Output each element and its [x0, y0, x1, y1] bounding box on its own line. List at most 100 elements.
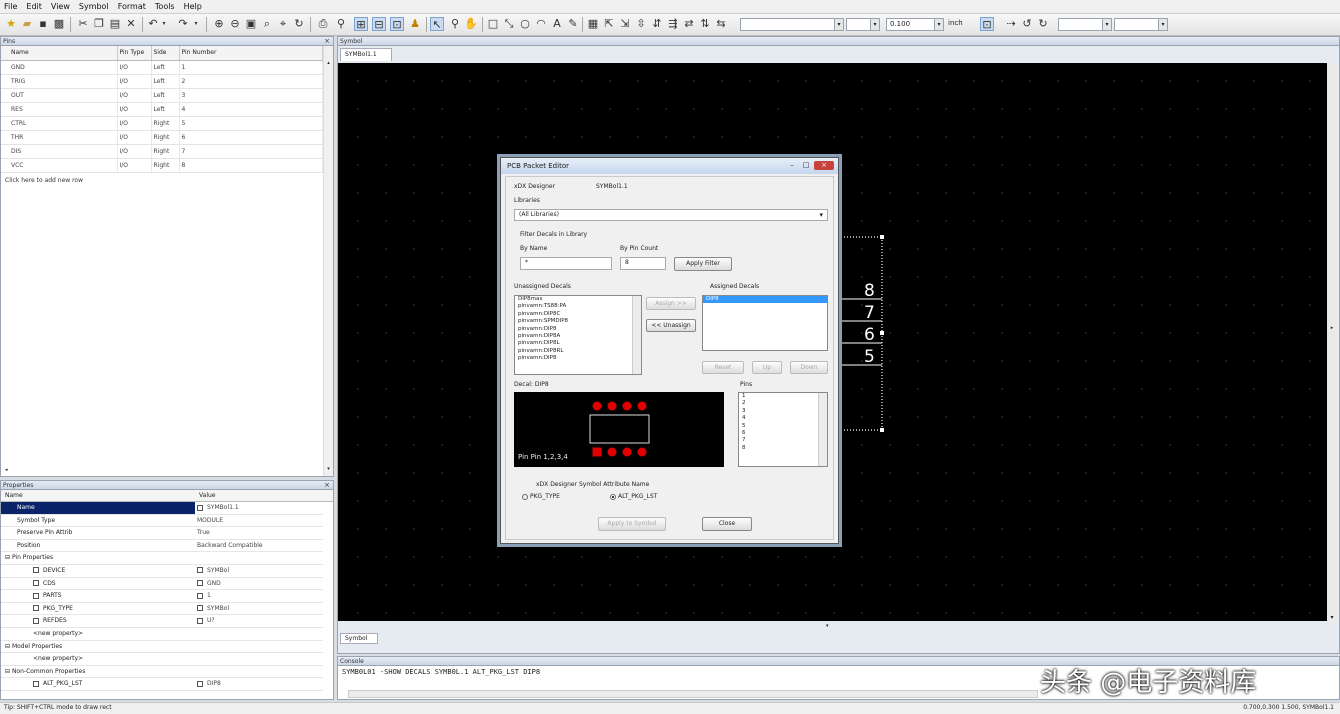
- assigned-item[interactable]: DIP8: [703, 296, 827, 304]
- property-row[interactable]: DEVICE SYMBol: [1, 565, 323, 578]
- pin-number-cell[interactable]: 1: [179, 60, 323, 75]
- table-row[interactable]: THR I/O Right 6: [1, 130, 323, 145]
- pin-item[interactable]: 4: [742, 415, 827, 422]
- align3-icon[interactable]: ⇳: [634, 17, 648, 31]
- pin-name-cell[interactable]: GND: [1, 60, 118, 75]
- property-row[interactable]: ALT_PKG_LST DIP8: [1, 678, 323, 691]
- new-icon[interactable]: ★: [4, 17, 18, 31]
- refresh-icon[interactable]: ↻: [292, 17, 306, 31]
- pin-mode3-icon[interactable]: ⊡: [390, 17, 404, 31]
- property-value[interactable]: MODULE: [197, 515, 223, 527]
- table-row[interactable]: VCC I/O Right 8: [1, 158, 323, 173]
- align4-icon[interactable]: ⇵: [650, 17, 664, 31]
- table-row[interactable]: CTRL I/O Right 5: [1, 116, 323, 131]
- property-row[interactable]: PKG_TYPE SYMBol: [1, 603, 323, 616]
- down-button[interactable]: Down: [790, 361, 828, 374]
- canvas-hscroll-thumb[interactable]: ▾: [826, 623, 834, 629]
- pin-mode2-icon[interactable]: ⊟: [372, 17, 386, 31]
- redo-icon[interactable]: ↷: [176, 17, 190, 31]
- align2-icon[interactable]: ⇲: [618, 17, 632, 31]
- table-row[interactable]: DIS I/O Right 7: [1, 144, 323, 159]
- unassigned-item[interactable]: pinvamn:DIP8RL: [518, 348, 641, 355]
- pin-name-cell[interactable]: THR: [1, 130, 118, 145]
- scroll-left-icon[interactable]: ◂: [5, 467, 8, 473]
- pin-side-cell[interactable]: Right: [151, 116, 180, 131]
- assigned-list[interactable]: DIP8: [702, 295, 828, 351]
- col-value[interactable]: Value: [199, 490, 215, 502]
- up-button[interactable]: Up: [752, 361, 782, 374]
- col-name[interactable]: Name: [5, 490, 23, 502]
- pin-type-cell[interactable]: I/O: [117, 60, 152, 75]
- pin-item[interactable]: 3: [742, 408, 827, 415]
- pin-item[interactable]: 1: [742, 393, 827, 400]
- property-value[interactable]: SYMBol1.1: [197, 502, 239, 514]
- pins-scrollbar[interactable]: [818, 393, 827, 466]
- component-icon[interactable]: ♟: [408, 17, 422, 31]
- property-row[interactable]: <new property>: [1, 628, 323, 641]
- cut-icon[interactable]: ✂: [76, 17, 90, 31]
- rotate-icon[interactable]: ↺: [1020, 17, 1034, 31]
- copy-icon[interactable]: ❐: [92, 17, 106, 31]
- find-icon[interactable]: ⚲: [334, 17, 348, 31]
- pin-side-cell[interactable]: Right: [151, 130, 180, 145]
- pin-number-cell[interactable]: 4: [179, 102, 323, 117]
- unassigned-item[interactable]: pinvamn:DIP8A: [518, 333, 641, 340]
- scroll-down-icon[interactable]: ▾: [324, 466, 333, 472]
- unassigned-item[interactable]: pinvamn:DIP8: [518, 355, 641, 362]
- col-name[interactable]: Name: [1, 46, 118, 61]
- table-row[interactable]: GND I/O Left 1: [1, 60, 323, 75]
- pin-side-cell[interactable]: Left: [151, 88, 180, 103]
- menu-symbol[interactable]: Symbol: [79, 2, 109, 11]
- snap-icon[interactable]: ⊡: [980, 17, 994, 31]
- assign-button[interactable]: Assign >>: [646, 297, 696, 310]
- property-row[interactable]: PARTS 1: [1, 590, 323, 603]
- canvas-vscroll[interactable]: ▸ ▾: [1327, 63, 1337, 623]
- size-combo[interactable]: ▾: [846, 18, 880, 31]
- undo-icon[interactable]: ↶: [146, 17, 160, 31]
- menu-view[interactable]: View: [51, 2, 70, 11]
- add-row-hint[interactable]: Click here to add new row: [1, 173, 323, 188]
- property-row[interactable]: ⊟ Pin Properties: [1, 552, 323, 565]
- table-row[interactable]: OUT I/O Left 3: [1, 88, 323, 103]
- table-row[interactable]: TRIG I/O Left 2: [1, 74, 323, 89]
- mirror-icon[interactable]: ⇢: [1004, 17, 1018, 31]
- property-value[interactable]: SYMBol: [197, 565, 229, 577]
- pin-name-cell[interactable]: RES: [1, 102, 118, 117]
- align7-icon[interactable]: ⇅: [698, 17, 712, 31]
- pin-name-cell[interactable]: OUT: [1, 88, 118, 103]
- pan-icon[interactable]: ✋: [464, 17, 478, 31]
- library-select[interactable]: (All Libraries) ▾: [514, 209, 828, 221]
- paste-icon[interactable]: ▤: [108, 17, 122, 31]
- pin-type-cell[interactable]: I/O: [117, 102, 152, 117]
- close-icon[interactable]: ×: [324, 481, 330, 490]
- property-value[interactable]: SYMBol: [197, 603, 229, 615]
- property-row[interactable]: Symbol Type MODULE: [1, 515, 323, 528]
- grid-size-combo[interactable]: 0.100 ▾: [886, 18, 944, 31]
- pin-name-cell[interactable]: CTRL: [1, 116, 118, 131]
- unassigned-item[interactable]: DIP8max: [518, 296, 641, 303]
- align5-icon[interactable]: ⇶: [666, 17, 680, 31]
- pin-type-cell[interactable]: I/O: [117, 158, 152, 173]
- value-checkbox[interactable]: [197, 580, 203, 587]
- unassign-button[interactable]: << Unassign: [646, 319, 696, 332]
- visibility-checkbox[interactable]: [33, 567, 39, 574]
- visibility-checkbox[interactable]: [33, 617, 39, 624]
- pin-item[interactable]: 2: [742, 400, 827, 407]
- property-row[interactable]: <new property>: [1, 653, 323, 666]
- radio-icon[interactable]: [522, 493, 528, 500]
- unassigned-item[interactable]: pinvamn:DIP8C: [518, 311, 641, 318]
- value-checkbox[interactable]: [197, 504, 203, 511]
- value-checkbox[interactable]: [197, 680, 203, 687]
- pin-number-cell[interactable]: 5: [179, 116, 323, 131]
- select-icon[interactable]: ↖: [430, 17, 444, 31]
- property-row[interactable]: ⊟ Model Properties: [1, 641, 323, 654]
- line-icon[interactable]: ⤡: [502, 17, 516, 31]
- collapse-icon[interactable]: ⊟: [5, 643, 12, 650]
- pin-item[interactable]: 6: [742, 430, 827, 437]
- save-all-icon[interactable]: ▩: [52, 17, 66, 31]
- menu-format[interactable]: Format: [118, 2, 146, 11]
- pin-number-cell[interactable]: 2: [179, 74, 323, 89]
- pin-side-cell[interactable]: Right: [151, 158, 180, 173]
- property-value[interactable]: Backward Compatible: [197, 540, 263, 552]
- pin-number-cell[interactable]: 3: [179, 88, 323, 103]
